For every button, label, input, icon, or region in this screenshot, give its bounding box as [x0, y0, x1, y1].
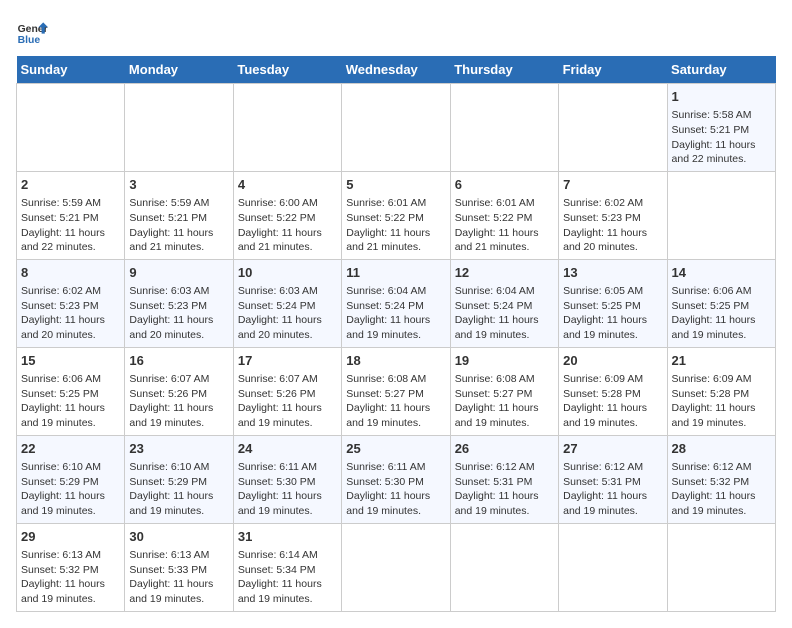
day-cell-8: 8Sunrise: 6:02 AMSunset: 5:23 PMDaylight… [17, 259, 125, 347]
day-cell-17: 17Sunrise: 6:07 AMSunset: 5:26 PMDayligh… [233, 347, 341, 435]
day-cell-3: 3Sunrise: 5:59 AMSunset: 5:21 PMDaylight… [125, 171, 233, 259]
svg-text:Blue: Blue [18, 35, 41, 46]
empty-cell [559, 523, 667, 611]
day-cell-14: 14Sunrise: 6:06 AMSunset: 5:25 PMDayligh… [667, 259, 775, 347]
day-cell-11: 11Sunrise: 6:04 AMSunset: 5:24 PMDayligh… [342, 259, 450, 347]
day-cell-5: 5Sunrise: 6:01 AMSunset: 5:22 PMDaylight… [342, 171, 450, 259]
day-cell-22: 22Sunrise: 6:10 AMSunset: 5:29 PMDayligh… [17, 435, 125, 523]
empty-cell [450, 523, 558, 611]
empty-cell [342, 84, 450, 172]
weekday-header-wednesday: Wednesday [342, 56, 450, 84]
day-cell-4: 4Sunrise: 6:00 AMSunset: 5:22 PMDaylight… [233, 171, 341, 259]
page-header: General Blue [16, 16, 776, 48]
day-cell-27: 27Sunrise: 6:12 AMSunset: 5:31 PMDayligh… [559, 435, 667, 523]
day-cell-7: 7Sunrise: 6:02 AMSunset: 5:23 PMDaylight… [559, 171, 667, 259]
day-cell-13: 13Sunrise: 6:05 AMSunset: 5:25 PMDayligh… [559, 259, 667, 347]
empty-cell [17, 84, 125, 172]
day-cell-21: 21Sunrise: 6:09 AMSunset: 5:28 PMDayligh… [667, 347, 775, 435]
weekday-header-tuesday: Tuesday [233, 56, 341, 84]
weekday-header-sunday: Sunday [17, 56, 125, 84]
day-cell-15: 15Sunrise: 6:06 AMSunset: 5:25 PMDayligh… [17, 347, 125, 435]
day-cell-1: 1Sunrise: 5:58 AMSunset: 5:21 PMDaylight… [667, 84, 775, 172]
day-cell-23: 23Sunrise: 6:10 AMSunset: 5:29 PMDayligh… [125, 435, 233, 523]
day-cell-2: 2Sunrise: 5:59 AMSunset: 5:21 PMDaylight… [17, 171, 125, 259]
empty-cell [667, 171, 775, 259]
day-cell-20: 20Sunrise: 6:09 AMSunset: 5:28 PMDayligh… [559, 347, 667, 435]
empty-cell [233, 84, 341, 172]
calendar-table: SundayMondayTuesdayWednesdayThursdayFrid… [16, 56, 776, 612]
day-cell-12: 12Sunrise: 6:04 AMSunset: 5:24 PMDayligh… [450, 259, 558, 347]
day-cell-9: 9Sunrise: 6:03 AMSunset: 5:23 PMDaylight… [125, 259, 233, 347]
weekday-header-monday: Monday [125, 56, 233, 84]
empty-cell [667, 523, 775, 611]
empty-cell [450, 84, 558, 172]
weekday-header-saturday: Saturday [667, 56, 775, 84]
logo: General Blue [16, 16, 48, 48]
day-cell-10: 10Sunrise: 6:03 AMSunset: 5:24 PMDayligh… [233, 259, 341, 347]
weekday-header-thursday: Thursday [450, 56, 558, 84]
empty-cell [559, 84, 667, 172]
logo-icon: General Blue [16, 16, 48, 48]
day-cell-24: 24Sunrise: 6:11 AMSunset: 5:30 PMDayligh… [233, 435, 341, 523]
day-cell-26: 26Sunrise: 6:12 AMSunset: 5:31 PMDayligh… [450, 435, 558, 523]
day-cell-25: 25Sunrise: 6:11 AMSunset: 5:30 PMDayligh… [342, 435, 450, 523]
day-cell-31: 31Sunrise: 6:14 AMSunset: 5:34 PMDayligh… [233, 523, 341, 611]
empty-cell [342, 523, 450, 611]
day-cell-29: 29Sunrise: 6:13 AMSunset: 5:32 PMDayligh… [17, 523, 125, 611]
day-cell-19: 19Sunrise: 6:08 AMSunset: 5:27 PMDayligh… [450, 347, 558, 435]
day-cell-16: 16Sunrise: 6:07 AMSunset: 5:26 PMDayligh… [125, 347, 233, 435]
weekday-header-friday: Friday [559, 56, 667, 84]
empty-cell [125, 84, 233, 172]
day-cell-18: 18Sunrise: 6:08 AMSunset: 5:27 PMDayligh… [342, 347, 450, 435]
day-cell-6: 6Sunrise: 6:01 AMSunset: 5:22 PMDaylight… [450, 171, 558, 259]
day-cell-28: 28Sunrise: 6:12 AMSunset: 5:32 PMDayligh… [667, 435, 775, 523]
day-cell-30: 30Sunrise: 6:13 AMSunset: 5:33 PMDayligh… [125, 523, 233, 611]
